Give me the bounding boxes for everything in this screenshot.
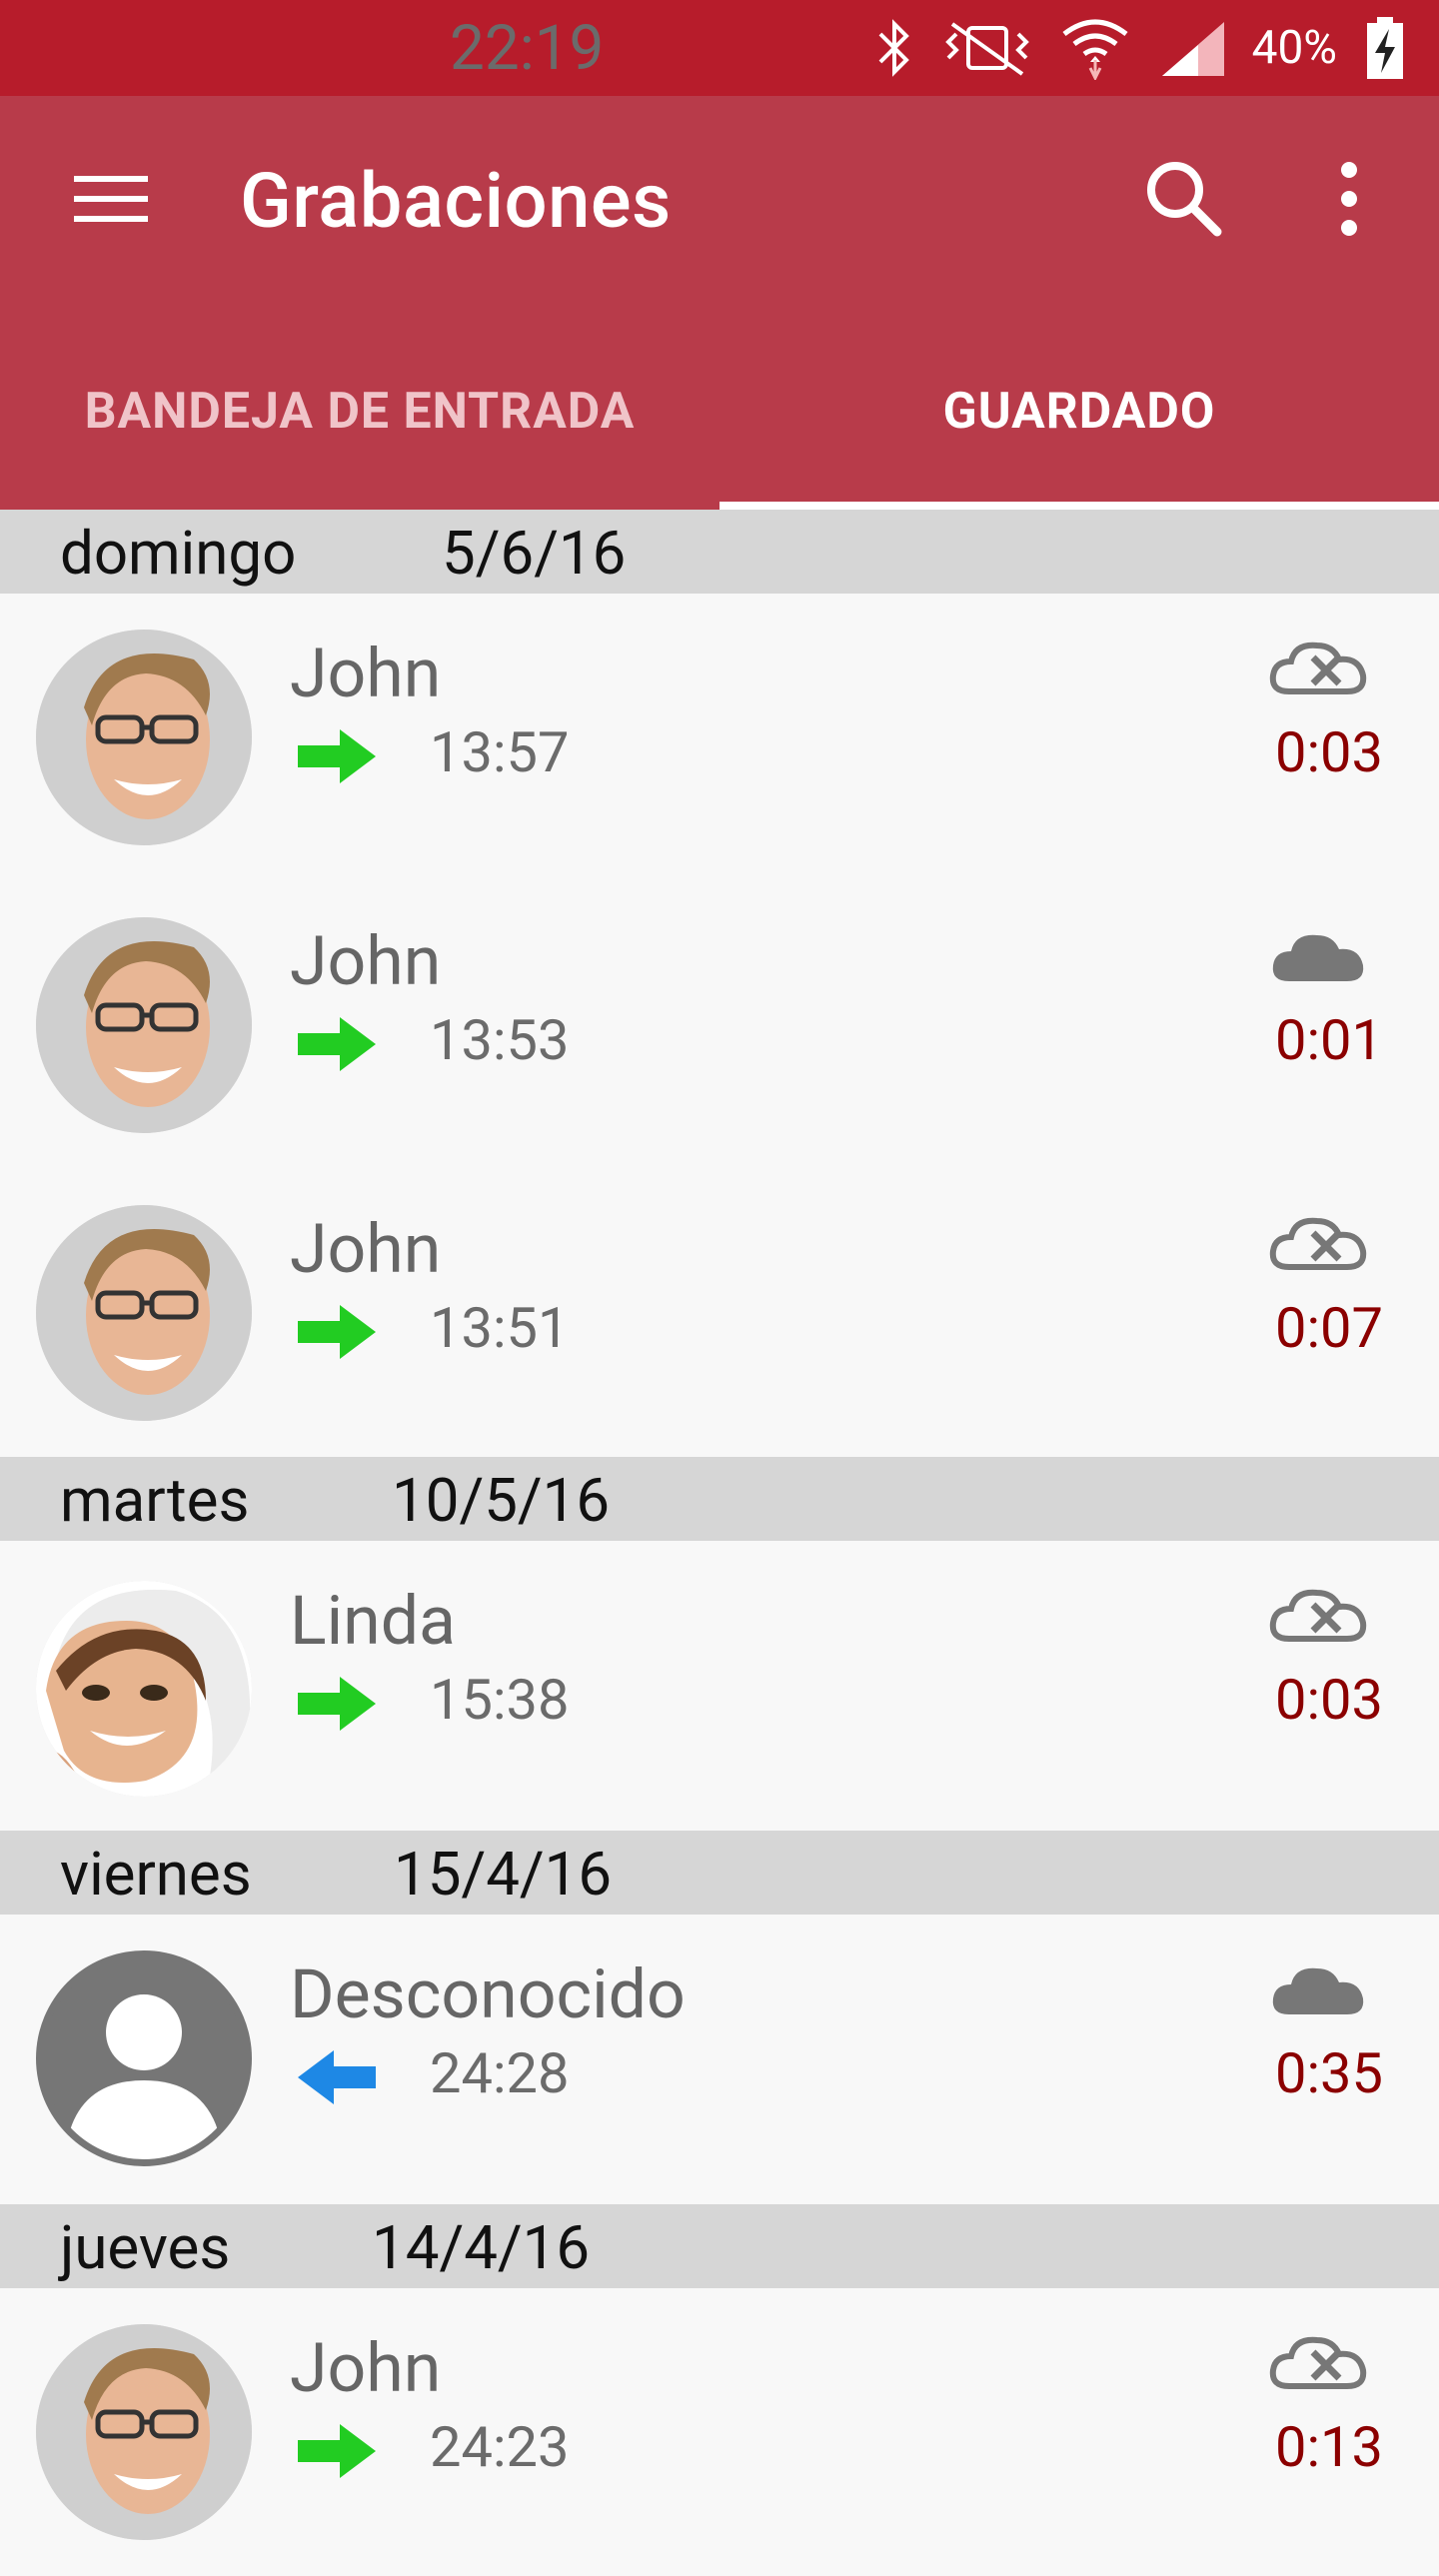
battery-percent: 40% [1251,21,1337,75]
cloud-icon[interactable] [1269,1954,1369,2024]
search-icon[interactable] [1139,154,1229,244]
section-header: viernes 15/4/16 [0,1831,1439,1915]
section-date: 15/4/16 [394,1839,613,1910]
avatar-placeholder [36,1950,252,2166]
menu-icon[interactable] [72,158,152,238]
outgoing-arrow-icon [296,729,378,783]
status-time: 22:19 [450,11,605,85]
avatar-john [36,630,252,845]
status-bar: 40% 22:19 [0,0,1439,96]
outgoing-arrow-icon [296,2424,378,2478]
list-item[interactable]: John 13:53 0:01 [0,881,1439,1169]
signal-icon [1158,18,1228,78]
duration: 0:03 [1275,719,1383,785]
call-time: 15:38 [430,1667,570,1733]
tab-inbox[interactable]: BANDEJA DE ENTRADA [0,314,720,510]
page-title: Grabaciones [240,156,672,246]
duration: 0:03 [1275,1667,1383,1733]
cloud-off-icon[interactable] [1269,1207,1369,1277]
cloud-off-icon[interactable] [1269,632,1369,701]
contact-name: John [290,634,442,713]
app-bar: Grabaciones [0,96,1439,314]
tab-saved[interactable]: GUARDADO [720,314,1439,510]
list-item[interactable]: John 13:51 0:07 [0,1169,1439,1457]
section-date: 14/4/16 [372,2212,591,2283]
call-time: 13:53 [430,1007,570,1073]
section-header: jueves 14/4/16 [0,2204,1439,2288]
section-day: viernes [60,1839,252,1910]
outgoing-arrow-icon [296,1017,378,1071]
call-time: 24:28 [430,2040,570,2106]
contact-name: John [290,921,442,1001]
list-item[interactable]: Desconocido 24:28 0:35 [0,1915,1439,2204]
contact-name: Desconocido [290,1954,686,2034]
cloud-icon[interactable] [1269,921,1369,991]
list-item[interactable]: Linda 15:38 0:03 [0,1541,1439,1831]
duration: 0:01 [1275,1007,1383,1073]
vibrate-icon [942,18,1032,78]
contact-name: Linda [290,1581,457,1661]
outgoing-arrow-icon [296,1305,378,1359]
cloud-off-icon[interactable] [1269,1579,1369,1649]
duration: 0:07 [1275,1295,1383,1361]
recordings-list: domingo 5/6/16 John 13:57 0:03 John 13:5… [0,510,1439,2576]
avatar-john [36,917,252,1133]
section-day: martes [60,1465,250,1536]
avatar-linda [36,1581,252,1797]
section-day: domingo [60,518,297,589]
list-item[interactable]: John 13:57 0:03 [0,594,1439,881]
contact-name: John [290,1209,442,1289]
tab-bar: BANDEJA DE ENTRADA GUARDADO [0,314,1439,512]
call-time: 13:51 [430,1295,570,1361]
call-time: 24:23 [430,2414,570,2480]
battery-charging-icon [1365,15,1405,81]
section-date: 5/6/16 [442,518,627,589]
avatar-john [36,1205,252,1421]
section-date: 10/5/16 [392,1465,611,1536]
incoming-arrow-icon [296,2050,378,2104]
section-header: martes 10/5/16 [0,1457,1439,1541]
more-vert-icon[interactable] [1319,154,1379,244]
duration: 0:13 [1275,2414,1383,2480]
contact-name: John [290,2328,442,2408]
avatar-john [36,2324,252,2540]
section-day: jueves [60,2212,231,2283]
call-time: 13:57 [430,719,570,785]
outgoing-arrow-icon [296,1677,378,1731]
cloud-off-icon[interactable] [1269,2326,1369,2396]
duration: 0:35 [1275,2040,1383,2106]
section-header: domingo 5/6/16 [0,510,1439,594]
list-item[interactable]: John 24:23 0:13 [0,2288,1439,2576]
bluetooth-icon [874,18,914,78]
wifi-icon [1060,16,1130,80]
